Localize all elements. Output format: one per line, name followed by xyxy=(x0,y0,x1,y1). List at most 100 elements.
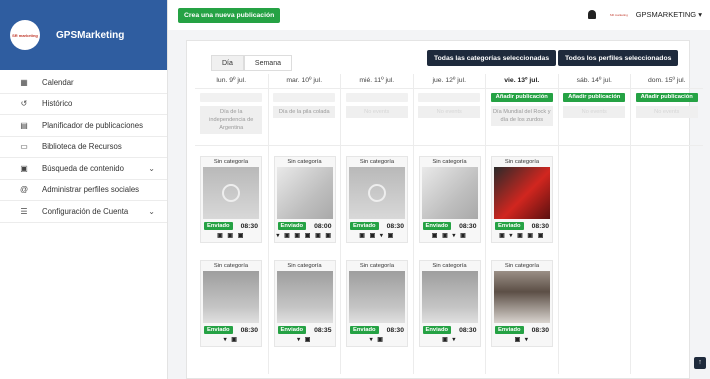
add-post-button xyxy=(273,93,336,102)
sidebar-item-calendar[interactable]: ▦ Calendar xyxy=(0,72,167,94)
post-thumbnail[interactable] xyxy=(349,167,405,219)
post-status-row: Enviado 08:30 xyxy=(201,323,261,334)
settings-icon: ☰ xyxy=(20,206,28,216)
post-card[interactable]: Sin categoría Enviado 08:30 ▾ ▣ xyxy=(346,260,408,347)
sidebar-item-label: Planificador de publicaciones xyxy=(42,120,143,130)
row-divider xyxy=(413,145,485,146)
post-time: 08:00 xyxy=(314,222,332,230)
sidebar-item-planner[interactable]: ▤ Planificador de publicaciones xyxy=(0,115,167,137)
post-status-row: Enviado 08:30 xyxy=(347,219,407,230)
bell-icon[interactable] xyxy=(587,10,596,19)
sidebar-item-label: Calendar xyxy=(42,77,74,87)
post-category: Sin categoría xyxy=(213,159,249,165)
post-status-row: Enviado 08:30 xyxy=(420,323,480,334)
image-graphic xyxy=(222,184,240,202)
row-divider xyxy=(268,145,340,146)
social-network-icons: ▾ ▣ xyxy=(223,337,239,343)
day-column: mar. 10º jul. Día de la pila colada Sin ca… xyxy=(267,74,340,374)
status-badge: Enviado xyxy=(422,222,452,230)
post-time: 08:30 xyxy=(459,222,477,230)
status-badge: Enviado xyxy=(350,222,379,230)
post-card[interactable]: Sin categoría Enviado 08:30 ▣ ▣ ▣ xyxy=(200,156,262,243)
holiday-label: Día de la independencia de Argentina xyxy=(200,106,263,134)
new-post-button[interactable]: Crea una nueva publicación xyxy=(178,8,281,23)
social-network-icons: ▣ ▣ ▾ ▣ xyxy=(431,233,468,239)
status-badge: Enviado xyxy=(495,326,524,334)
scroll-top-button[interactable]: ↑ xyxy=(694,357,706,369)
company-name: GPSMarketing xyxy=(56,29,125,41)
day-column: lun. 9º jul. Día de la independencia de A… xyxy=(195,74,268,374)
account-menu[interactable]: GPSMARKETING ▾ xyxy=(636,10,702,19)
social-network-icons: ▣ ▾ ▣ ▣ ▣ xyxy=(499,233,545,239)
add-post-button[interactable]: Añadir publicación xyxy=(490,93,553,102)
post-card[interactable]: Sin categoría Enviado 08:30 ▾ ▣ xyxy=(200,260,262,347)
post-category: Sin categoría xyxy=(504,159,540,165)
status-badge: Enviado xyxy=(495,222,524,230)
holiday-label: No events xyxy=(345,106,408,118)
sidebar-item-settings[interactable]: ☰ Configuración de Cuenta ⌄ xyxy=(0,201,167,223)
status-badge: Enviado xyxy=(277,326,307,334)
status-badge: Enviado xyxy=(350,326,379,334)
account-area: SR marketing GPSMARKETING ▾ xyxy=(587,10,702,19)
post-thumbnail[interactable] xyxy=(494,167,550,219)
sidebar-item-label: Configuración de Cuenta xyxy=(42,206,129,216)
day-column: mié. 11º jul. No events Sin categoría Envia… xyxy=(340,74,413,374)
sidebar-item-at[interactable]: @ Administrar perfiles sociales xyxy=(0,180,167,201)
post-card[interactable]: Sin categoría Enviado 08:30 ▣ ▣ ▾ ▣ xyxy=(418,156,481,243)
day-header: dom. 15º jul. xyxy=(631,74,703,89)
social-network-icons: ▣ ▣ ▣ xyxy=(217,233,245,239)
row-divider xyxy=(631,145,703,146)
status-badge: Enviado xyxy=(277,222,307,230)
post-category: Sin categoría xyxy=(432,263,467,269)
post-category: Sin categoría xyxy=(504,263,540,269)
chevron-down-icon[interactable]: ⌄ xyxy=(148,207,155,216)
post-card[interactable]: Sin categoría Enviado 08:30 ▣ ▾ xyxy=(418,260,481,347)
sidebar-item-history[interactable]: ↺ Histórico xyxy=(0,94,167,115)
post-status-row: Enviado 08:30 xyxy=(347,323,407,334)
day-header: lun. 9º jul. xyxy=(195,74,268,89)
brand-header: SR marketing GPSMarketing xyxy=(0,0,167,70)
chevron-down-icon[interactable]: ⌄ xyxy=(148,164,155,173)
sidebar-item-label: Administrar perfiles sociales xyxy=(42,185,140,195)
post-card[interactable]: Sin categoría Enviado 08:30 ▣ ▾ ▣ ▣ ▣ xyxy=(491,156,553,243)
company-logo[interactable]: SR marketing xyxy=(10,20,40,50)
categories-filter-button[interactable]: Todas las categorías seleccionadas xyxy=(427,50,557,66)
post-thumbnail[interactable] xyxy=(494,271,550,323)
post-time: 08:30 xyxy=(386,222,404,230)
post-card[interactable]: Sin categoría Enviado 08:00 ▾ ▣ ▣ ▣ ▣ ▣ xyxy=(273,156,336,243)
post-thumbnail[interactable] xyxy=(421,167,478,219)
post-card[interactable]: Sin categoría Enviado 08:35 ▾ ▣ xyxy=(273,260,336,347)
post-thumbnail[interactable] xyxy=(203,167,259,219)
day-header: vie. 13º jul. xyxy=(486,74,558,89)
row-divider xyxy=(195,145,268,146)
post-thumbnail[interactable] xyxy=(276,167,333,219)
sidebar-item-library[interactable]: ▭ Biblioteca de Recursos xyxy=(0,137,167,158)
post-thumbnail[interactable] xyxy=(203,271,259,323)
day-column: dom. 15º jul. Añadir publicación No events xyxy=(630,74,703,374)
profiles-filter-button[interactable]: Todos los perfiles seleccionados xyxy=(558,50,679,66)
post-time: 08:30 xyxy=(459,326,477,334)
tab-week[interactable]: Semana xyxy=(243,55,292,71)
add-post-button xyxy=(200,93,263,102)
post-category: Sin categoría xyxy=(213,263,249,269)
post-time: 08:30 xyxy=(240,326,258,334)
post-thumbnail[interactable] xyxy=(421,271,478,323)
history-icon: ↺ xyxy=(20,99,28,109)
tab-day[interactable]: Día xyxy=(211,55,244,71)
post-thumbnail[interactable] xyxy=(276,271,333,323)
post-thumbnail[interactable] xyxy=(349,271,405,323)
add-post-button[interactable]: Añadir publicación xyxy=(635,93,698,102)
add-post-button[interactable]: Añadir publicación xyxy=(563,93,626,102)
holiday-label: Día Mundial del Rock y día de los zurdos xyxy=(490,106,553,126)
status-badge: Enviado xyxy=(204,222,233,230)
post-status-row: Enviado 08:00 xyxy=(275,219,335,230)
add-post-button xyxy=(345,93,408,102)
post-card[interactable]: Sin categoría Enviado 08:30 ▣ ▾ xyxy=(491,260,553,347)
calendar-panel: Día Semana Todas las categorías seleccio… xyxy=(186,40,703,379)
post-time: 08:30 xyxy=(531,326,549,334)
sidebar-item-label: Histórico xyxy=(42,99,73,109)
post-time: 08:30 xyxy=(386,326,404,334)
holiday-label: No events xyxy=(418,106,481,118)
post-card[interactable]: Sin categoría Enviado 08:30 ▣ ▣ ▾ ▣ xyxy=(346,156,408,243)
sidebar-item-search-content[interactable]: ▣ Búsqueda de contenido ⌄ xyxy=(0,158,167,180)
